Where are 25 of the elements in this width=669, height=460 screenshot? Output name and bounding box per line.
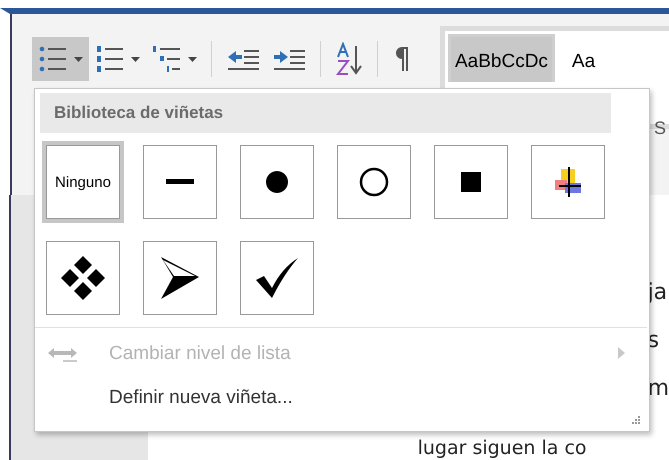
increase-indent-icon <box>272 47 306 71</box>
bullet-list-icon <box>38 45 68 73</box>
bullet-option[interactable]: Ninguno <box>42 141 124 223</box>
menu-item[interactable]: Definir nueva viñeta... <box>35 376 647 420</box>
submenu-arrow-icon <box>618 347 625 359</box>
sort-icon <box>335 42 363 76</box>
multilevel-list-icon <box>152 45 182 73</box>
list-level-icon <box>47 345 79 363</box>
style-gallery-item[interactable]: Aa <box>564 34 602 82</box>
circle-icon <box>359 167 389 197</box>
bullets-button[interactable] <box>32 37 89 81</box>
resize-grip-icon <box>631 415 641 425</box>
arrowhead-icon <box>159 255 201 301</box>
colored-squares-icon <box>553 167 583 197</box>
diamonds-icon <box>59 254 107 302</box>
numbered-list-icon <box>95 45 125 73</box>
style-name-label: S <box>654 118 666 139</box>
square-icon <box>461 172 481 192</box>
menu-heading: Biblioteca de viñetas <box>40 93 611 133</box>
dash-icon <box>166 179 194 185</box>
check-mark-icon <box>254 256 300 300</box>
decrease-indent-icon <box>226 47 260 71</box>
dot-icon <box>265 170 289 194</box>
style-gallery-item[interactable]: AaBbCcDc <box>448 34 555 82</box>
document-text: lugar siguen la co <box>418 437 587 459</box>
